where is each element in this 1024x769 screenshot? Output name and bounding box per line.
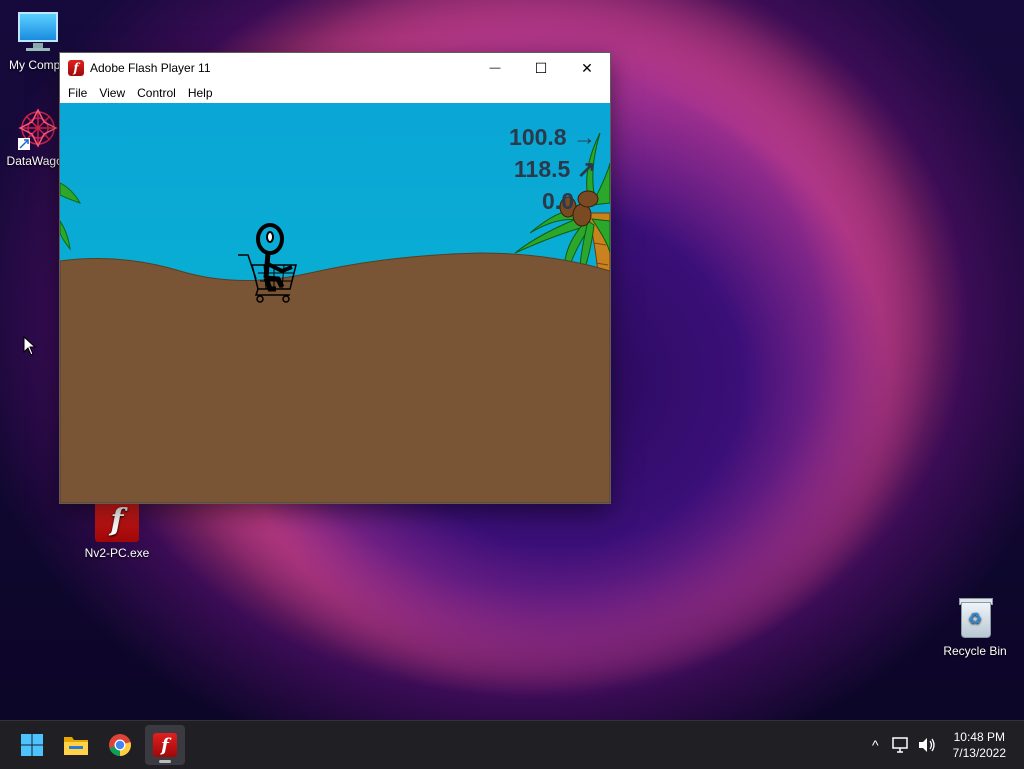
taskbar-file-explorer[interactable] bbox=[56, 725, 96, 765]
hud-value-3: 0.0 bbox=[542, 188, 574, 214]
title-bar[interactable]: f Adobe Flash Player 11 — ☐ ✕ bbox=[60, 53, 610, 83]
maximize-icon: ☐ bbox=[534, 59, 548, 76]
window-title: Adobe Flash Player 11 bbox=[90, 61, 211, 75]
desktop-icon-nv2-pc[interactable]: f Nv2-PC.exe bbox=[77, 498, 157, 560]
arrow-up-right-icon: ↗ bbox=[576, 156, 596, 182]
flash-icon: f bbox=[153, 733, 177, 757]
taskbar-clock[interactable]: 10:48 PM 7/13/2022 bbox=[953, 729, 1006, 761]
maximize-button[interactable]: ☐ bbox=[518, 53, 564, 83]
hud-value-2: 118.5 ↗ bbox=[514, 156, 596, 182]
clock-date: 7/13/2022 bbox=[952, 746, 1006, 760]
flash-icon: f bbox=[95, 498, 139, 542]
desktop-icon-label: Recycle Bin bbox=[943, 644, 1007, 658]
recycle-bin-icon: ♻ bbox=[953, 596, 997, 640]
network-icon[interactable] bbox=[891, 736, 911, 754]
minimize-icon: — bbox=[489, 62, 501, 74]
close-icon: ✕ bbox=[581, 59, 593, 76]
menu-bar: File View Control Help bbox=[60, 83, 610, 103]
hud-readout: 100.8 → 118.5 ↗ 0.0 bbox=[509, 121, 596, 217]
computer-icon bbox=[16, 10, 60, 54]
clock-time: 10:48 PM bbox=[953, 730, 1005, 744]
chrome-icon bbox=[109, 734, 131, 756]
taskbar: f ^ 10:48 PM 7/13/2022 bbox=[0, 720, 1024, 769]
system-tray: ^ bbox=[866, 721, 937, 769]
datawagon-icon bbox=[16, 106, 60, 150]
start-button[interactable] bbox=[12, 725, 52, 765]
game-stage[interactable]: 100.8 → 118.5 ↗ 0.0 bbox=[60, 103, 610, 503]
file-explorer-icon bbox=[64, 737, 88, 755]
close-button[interactable]: ✕ bbox=[564, 53, 610, 83]
volume-icon[interactable] bbox=[917, 736, 937, 754]
taskbar-chrome[interactable] bbox=[100, 725, 140, 765]
mouse-cursor-icon bbox=[23, 336, 37, 356]
taskbar-flash-player[interactable]: f bbox=[145, 725, 185, 765]
hud-value-1: 100.8 → bbox=[509, 124, 596, 150]
minimize-button[interactable]: — bbox=[472, 53, 518, 83]
arrow-right-icon: → bbox=[573, 124, 596, 150]
menu-view[interactable]: View bbox=[93, 86, 131, 100]
flash-player-window[interactable]: f Adobe Flash Player 11 — ☐ ✕ File View … bbox=[60, 53, 610, 503]
flash-player-app-icon: f bbox=[68, 60, 84, 76]
desktop-icon-label: Nv2-PC.exe bbox=[84, 546, 150, 560]
start-icon bbox=[21, 734, 43, 756]
menu-file[interactable]: File bbox=[62, 86, 93, 100]
active-app-indicator bbox=[159, 760, 171, 763]
desktop-icon-recycle-bin[interactable]: ♻ Recycle Bin bbox=[935, 596, 1015, 658]
show-hidden-icons-chevron-icon[interactable]: ^ bbox=[866, 737, 885, 753]
menu-control[interactable]: Control bbox=[131, 86, 182, 100]
sand-ground bbox=[60, 252, 610, 503]
menu-help[interactable]: Help bbox=[182, 86, 219, 100]
